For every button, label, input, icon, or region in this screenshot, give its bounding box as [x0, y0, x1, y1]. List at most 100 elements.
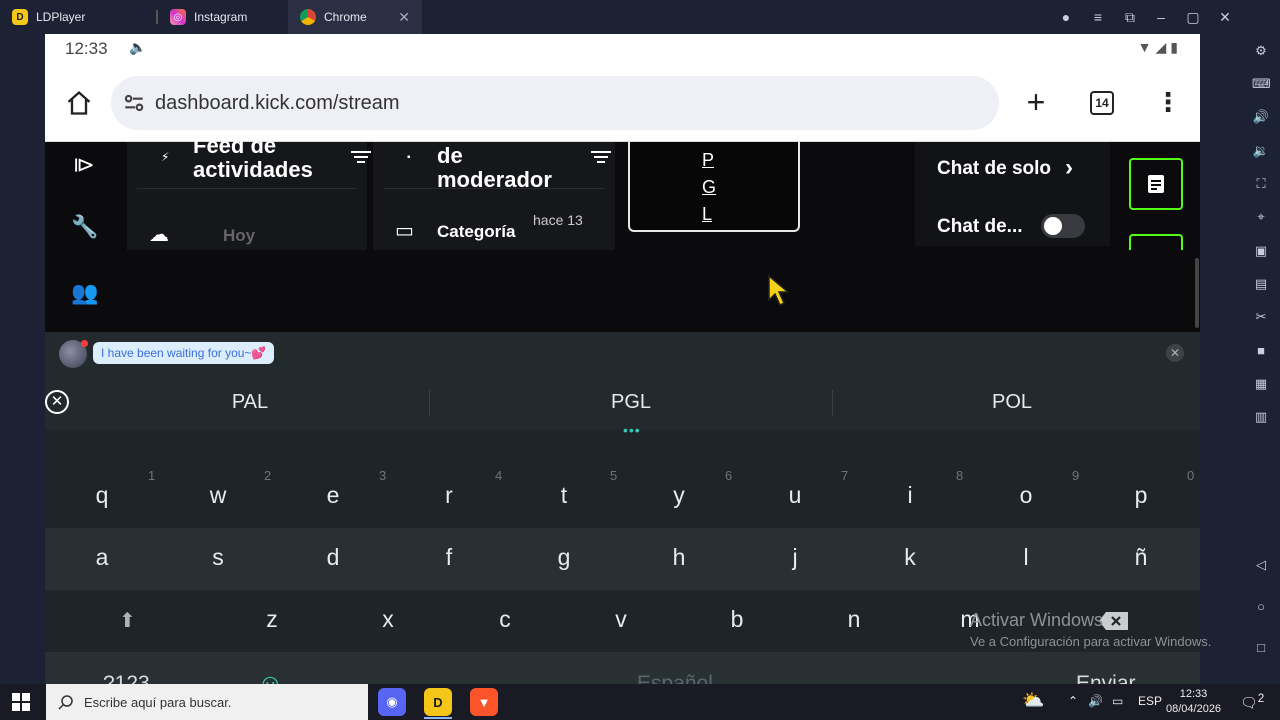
symbols-key[interactable]: ?123 — [103, 672, 150, 684]
key-q[interactable]: q — [82, 482, 122, 509]
account-icon[interactable]: ● — [1057, 8, 1075, 26]
key-ñ[interactable]: ñ — [1121, 544, 1161, 571]
key-o[interactable]: o — [1006, 482, 1046, 509]
chat-toggle[interactable] — [1041, 214, 1085, 238]
maximize-icon[interactable]: ▢ — [1184, 8, 1202, 26]
keyboard-mapping-icon[interactable]: ⌨ — [1252, 75, 1271, 93]
key-v[interactable]: v — [601, 606, 641, 633]
key-h[interactable]: h — [659, 544, 699, 571]
tab-instagram[interactable]: ◎ Instagram — [144, 0, 259, 34]
wrench-icon[interactable]: 🔧 — [71, 214, 98, 240]
key-z[interactable]: z — [252, 606, 292, 633]
volume-up-icon[interactable]: 🔊 — [1252, 108, 1270, 126]
menu-icon[interactable]: ≡ — [1089, 8, 1107, 26]
chat-solo-label[interactable]: Chat de solo — [937, 158, 1051, 180]
taskbar-clock[interactable]: 12:33 08/04/2026 — [1166, 687, 1221, 717]
volume-down-icon[interactable]: 🔉 — [1252, 142, 1270, 160]
back-icon[interactable]: ◁ — [1252, 556, 1270, 574]
key-u[interactable]: u — [775, 482, 815, 509]
key-p[interactable]: p — [1121, 482, 1161, 509]
enter-key[interactable]: Enviar — [1076, 672, 1136, 684]
key-g[interactable]: g — [544, 544, 584, 571]
minimize-icon[interactable]: – — [1152, 8, 1170, 26]
key-f[interactable]: f — [429, 544, 469, 571]
space-bar[interactable]: Español — [637, 672, 713, 684]
location-icon[interactable]: ⌖ — [1252, 208, 1270, 226]
key-a[interactable]: a — [82, 544, 122, 571]
key-i[interactable]: i — [890, 482, 930, 509]
key-x[interactable]: x — [368, 606, 408, 633]
site-settings-icon[interactable] — [121, 90, 147, 116]
address-bar[interactable]: dashboard.kick.com/stream — [111, 76, 999, 130]
users-icon[interactable]: 👥 — [71, 280, 98, 306]
close-tab-icon[interactable]: ✕ — [398, 9, 410, 26]
screenshot-icon[interactable]: ⛶ — [1252, 175, 1270, 193]
speaker-icon[interactable]: 🔊 — [1088, 694, 1103, 708]
stream-preview[interactable]: P G L — [628, 142, 800, 232]
chevron-right-icon[interactable]: › — [1065, 154, 1073, 182]
brave-icon[interactable]: ▼ — [470, 688, 498, 716]
windows-start-icon[interactable] — [12, 693, 30, 711]
key-r[interactable]: r — [429, 482, 469, 509]
key-n[interactable]: n — [834, 606, 874, 633]
ldplayer-taskbar-icon[interactable]: D — [424, 688, 452, 716]
tab-ldplayer[interactable]: D LDPlayer — [0, 0, 148, 34]
secondary-green-button[interactable] — [1129, 234, 1183, 250]
suggestion-3[interactable]: POL — [952, 391, 1072, 414]
multi-instance-icon[interactable]: ▦ — [1252, 375, 1270, 393]
search-icon — [58, 695, 73, 710]
key-d[interactable]: d — [313, 544, 353, 571]
home-circle-icon[interactable]: ○ — [1252, 598, 1270, 616]
home-icon[interactable] — [65, 89, 93, 117]
period-key[interactable]: . — [959, 670, 965, 684]
key-y[interactable]: y — [659, 482, 699, 509]
more-suggestions-icon[interactable]: ••• — [623, 422, 641, 438]
clipboard-suggestion[interactable]: I have been waiting for you~💕 — [93, 342, 275, 364]
tab-switcher-button[interactable]: 14 — [1090, 91, 1114, 115]
weather-icon[interactable]: ⛅ — [1022, 690, 1044, 711]
suggestion-2[interactable]: PGL — [571, 391, 691, 414]
chevron-up-icon[interactable]: ⌃ — [1068, 694, 1078, 708]
comma-key[interactable]: , — [381, 670, 387, 684]
discord-icon[interactable]: ◉ — [378, 688, 406, 716]
key-w[interactable]: w — [198, 482, 238, 509]
suggestion-1[interactable]: PAL — [190, 391, 310, 414]
close-icon[interactable]: ✕ — [1166, 344, 1184, 362]
key-hint: 5 — [610, 468, 618, 483]
more-icon[interactable]: ▥ — [1252, 408, 1270, 426]
chat-de-label: Chat de... — [937, 216, 1023, 237]
key-s[interactable]: s — [198, 544, 238, 571]
scrollbar[interactable] — [1195, 258, 1199, 328]
key-j[interactable]: j — [775, 544, 815, 571]
filter-icon[interactable] — [591, 148, 611, 164]
shift-icon[interactable]: ⬆ — [119, 608, 136, 633]
filter-icon[interactable] — [351, 148, 371, 164]
key-hint: 6 — [725, 468, 733, 483]
key-b[interactable]: b — [717, 606, 757, 633]
stream-icon[interactable]: ⧐ — [71, 152, 97, 178]
key-c[interactable]: c — [485, 606, 525, 633]
browser-toolbar: dashboard.kick.com/stream + 14 ⋮ — [45, 64, 1200, 142]
more-options-icon[interactable]: ⋮ — [1155, 88, 1181, 118]
close-window-icon[interactable]: ✕ — [1216, 8, 1234, 26]
recent-apps-icon[interactable]: □ — [1252, 639, 1270, 657]
key-l[interactable]: l — [1006, 544, 1046, 571]
network-icon[interactable]: ▭ — [1112, 694, 1123, 708]
tab-chrome[interactable]: Chrome ✕ — [288, 0, 422, 34]
record-video-icon[interactable]: ■ — [1252, 342, 1270, 360]
new-tab-icon[interactable]: + — [1021, 86, 1051, 118]
key-t[interactable]: t — [544, 482, 584, 509]
operation-record-icon[interactable]: ▤ — [1252, 275, 1270, 293]
notifications-icon[interactable]: 🗨2 — [1240, 692, 1264, 712]
language-indicator[interactable]: ESP — [1138, 694, 1162, 708]
dismiss-icon[interactable]: ✕ — [45, 390, 69, 414]
key-e[interactable]: e — [313, 482, 353, 509]
settings-gear-icon[interactable]: ⚙ — [1252, 42, 1270, 60]
scissors-icon[interactable]: ✂ — [1252, 308, 1270, 326]
emoji-icon[interactable]: ☺ — [257, 668, 284, 684]
install-apk-icon[interactable]: ▣ — [1252, 242, 1270, 260]
key-k[interactable]: k — [890, 544, 930, 571]
restore-window-icon[interactable]: ⧉ — [1121, 8, 1139, 26]
notes-button[interactable] — [1129, 158, 1183, 210]
taskbar-search[interactable]: Escribe aquí para buscar. — [46, 684, 368, 720]
